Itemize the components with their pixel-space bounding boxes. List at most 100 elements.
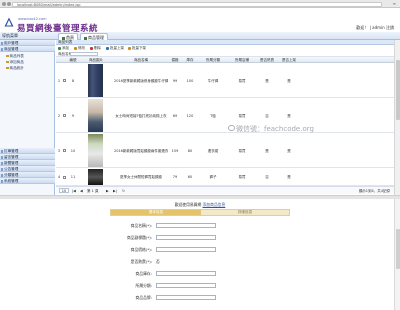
form-field-input[interactable] [156,270,216,276]
table-cell: 159 [171,148,179,153]
table-cell: 4 [57,175,61,179]
edit-icon [74,46,77,50]
sidebar-item-product-stats[interactable]: 商品統計 [6,66,24,70]
product-image [88,64,103,97]
table-cell: 9 [71,113,75,118]
folder-icon [6,54,9,57]
logo-icon [4,17,14,27]
form-field-input[interactable] [156,246,216,252]
prev-page-button[interactable]: ◀ [80,187,83,195]
main-panel: 商品列表 添加 修改 刪除 批量上架 批量下架 商品名稱 編號 商品圖片 商品名稱價… [56,40,400,195]
table-cell: 11 [70,175,76,179]
browser-toolbar: localhost:8080/mall/admin/index.jsp ≡ [0,0,400,8]
form-field-label: 所屬分類: [135,283,152,288]
page-indicator: 第 1 頁 [87,189,99,193]
sidebar-group-label: 新聞管理 [4,161,19,165]
table-cell: 夏季女士休閒短褲寬鬆顯瘦 [120,175,162,179]
welcome-text[interactable]: 歡迎！ | admin 注銷 [356,25,394,31]
form-title: 歡迎使用易買網 添加商品信息 [110,202,290,208]
product-image [88,169,103,185]
grid-scrollbar-thumb[interactable] [396,60,400,120]
sidebar-group-products[interactable]: 商品管理 [0,46,55,52]
table-cell: 褲子 [209,175,217,179]
form-field-input[interactable] [156,282,216,288]
sidebar-item-product-list[interactable]: 商品列表 [6,54,24,58]
refresh-icon[interactable]: ↻ [122,187,125,195]
row-checkbox[interactable] [63,175,66,179]
upload-icon [106,46,109,50]
table-row[interactable]: 2 9 女士時尚短袖T恤打底衫純棉上衣 69 120 T恤 易買 否 是 [56,98,394,133]
add-icon [58,46,61,50]
sidebar-group-label: 用戶管理 [4,41,19,45]
wechat-icon [228,125,235,131]
table-cell: 99 [172,78,178,83]
form-field-value[interactable]: 否 [156,259,160,265]
form-field-label: 是否熱賣(*): [130,259,152,264]
table-cell: 是 [287,78,291,83]
form-field-label: 商品名稱(*): [130,223,152,228]
form-field-input[interactable] [156,294,216,300]
table-cell: 易買 [238,148,246,153]
table-row[interactable]: 3 10 2016新款韓版寬鬆顯瘦兩件套連衣裙 159 80 連衣裙 易買 是 是 [56,133,394,168]
row-checkbox[interactable] [63,114,66,117]
search-input[interactable] [70,52,98,56]
folder-icon [6,66,9,69]
table-cell: 69 [172,113,178,118]
add-product-form: 歡迎使用易買網 添加商品信息 基本信息 詳細信息 商品名稱(*): 商品副標題(*… [0,199,400,310]
form-title-link[interactable]: 添加商品信息 [203,202,226,207]
table-cell: 10 [70,148,76,153]
form-field-label: 商品品牌: [135,295,152,300]
address-bar[interactable]: localhost:8080/mall/admin/index.jsp [12,1,382,7]
last-page-button[interactable]: ▶| [113,187,117,195]
sidebar-item-label: 商品列表 [9,54,24,58]
download-icon [128,46,131,50]
table-cell: 否 [265,175,269,179]
form-field-input[interactable] [156,234,216,240]
delete-icon [90,46,93,50]
form-scrollbar-thumb[interactable] [396,229,400,269]
next-page-button[interactable]: ▶ [106,187,109,195]
edit-button-label: 修改 [78,46,85,50]
table-cell: 1 [57,78,61,83]
row-checkbox[interactable] [63,149,66,152]
sidebar-group-system[interactable]: 系統管理 [0,178,55,184]
form-field-input[interactable] [156,222,216,228]
brand-url: www.back2.com [18,17,47,21]
table-cell: 80 [187,148,193,153]
row-checkbox[interactable] [63,79,66,82]
sidebar-item-add-product[interactable]: 添加商品 [6,60,24,64]
step-basic[interactable]: 基本信息 [111,210,201,215]
table-cell: 牛仔褲 [207,78,219,83]
back-icon[interactable] [2,2,6,6]
form-scrollbar[interactable] [394,199,400,310]
menu-icon[interactable]: ≡ [393,2,396,6]
table-cell: 120 [186,113,194,118]
table-cell: 易買 [238,78,246,83]
table-row[interactable]: 1 8 2016夏季新款韓版修身顯瘦牛仔褲女 99 100 牛仔褲 易買 是 是 [56,63,394,98]
table-cell: 是 [287,148,291,153]
batch-offline-label: 批量下架 [132,46,146,50]
table-row[interactable]: 4 11 夏季女士休閒短褲寬鬆顯瘦 79 60 褲子 易買 否 是 [56,168,394,186]
tab-home[interactable]: 首頁 [58,33,78,40]
table-cell: 連衣裙 [207,148,219,153]
sidebar-group-label: 分類管理 [4,173,19,177]
table-cell: 是 [287,113,291,118]
table-cell: 2016夏季新款韓版修身顯瘦牛仔褲女 [114,78,168,83]
sidebar-item-label: 商品統計 [9,66,24,70]
table-cell: T恤 [210,113,216,118]
step-detail[interactable]: 詳細信息 [201,210,289,215]
first-page-button[interactable]: |◀ [72,187,76,195]
form-field-label: 商品價格(*): [130,247,152,252]
sidebar-group-label: 商品管理 [4,47,19,51]
watermark: 微信號：feachcode.org [236,125,314,133]
tab-product-management[interactable]: 商品管理 [80,33,108,40]
form-title-prefix: 歡迎使用易買網 [174,202,202,207]
delete-button-label: 刪除 [94,46,101,50]
page-size-select[interactable]: 10 [59,188,69,193]
pager: 10 |◀ ◀ 第 1 頁 ▶ ▶| ↻ 顯示1到4，共4記錄 [56,186,394,194]
app-header: www.back2.com 易買網後臺管理系統 歡迎！ | admin 注銷 [0,8,400,34]
table-cell: 易買 [238,113,246,118]
add-button-label: 添加 [62,46,69,50]
forward-icon[interactable] [7,2,11,6]
grid-scrollbar[interactable] [394,40,400,195]
